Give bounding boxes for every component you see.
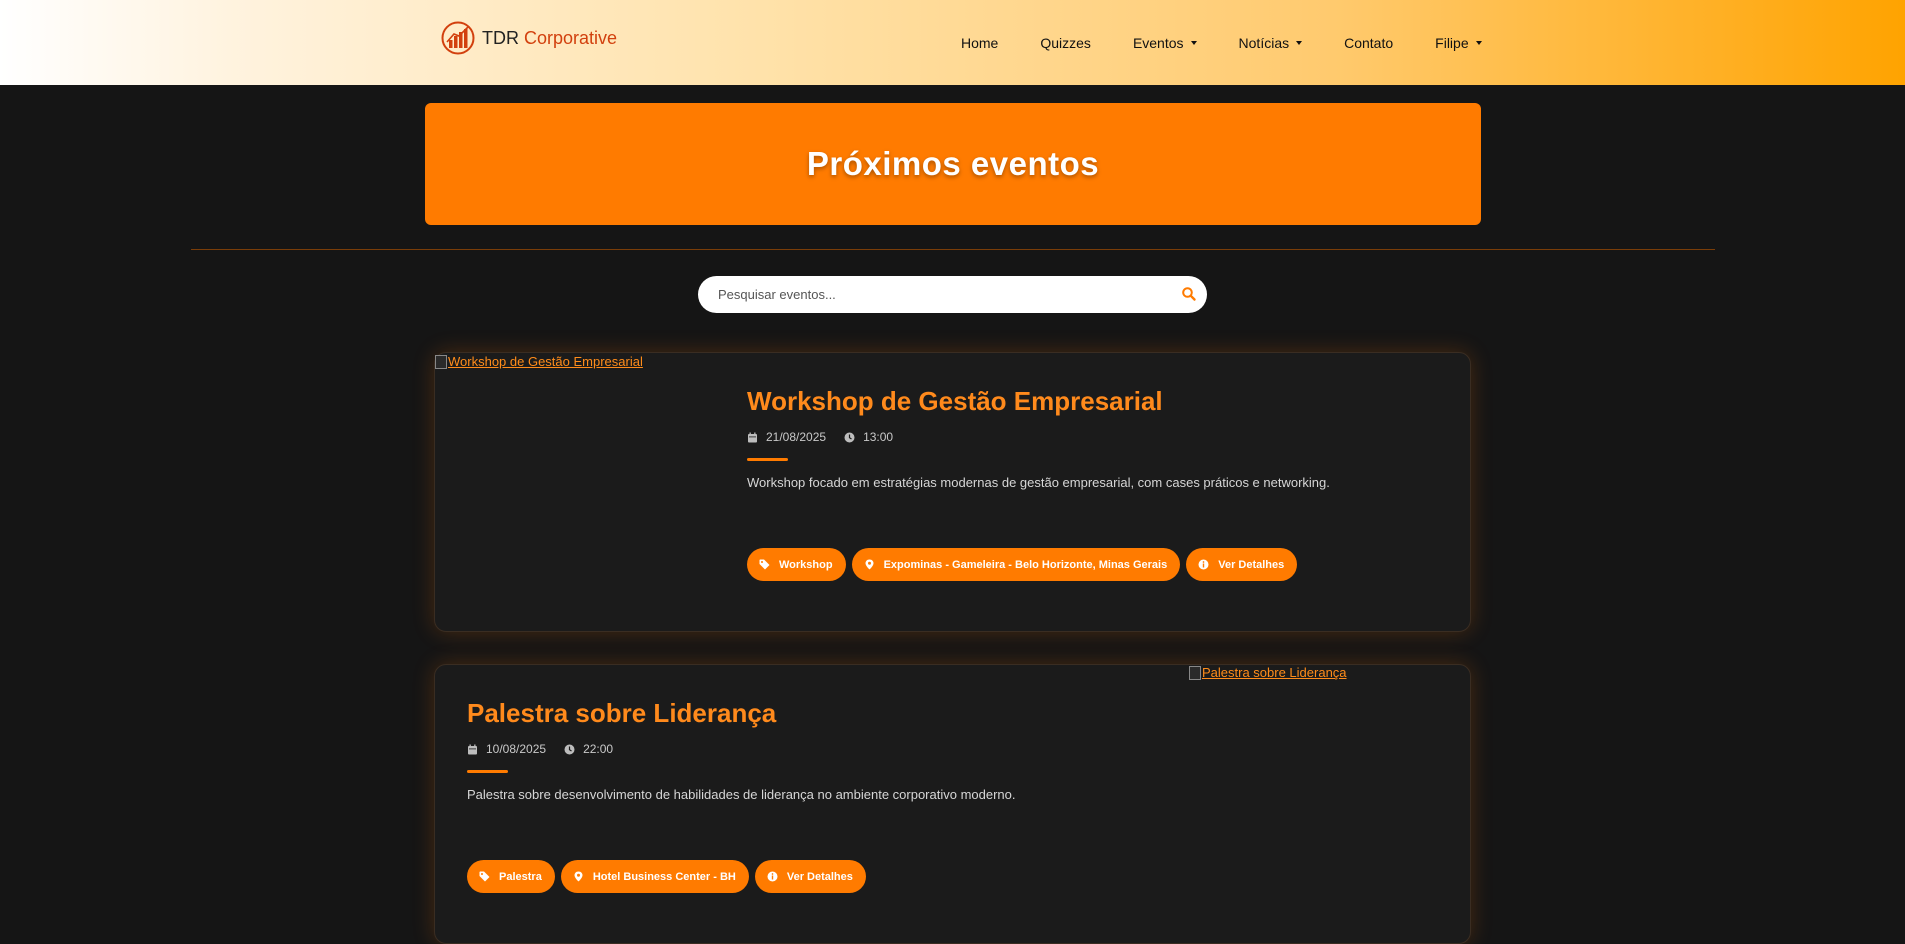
category-tag[interactable]: Workshop [747,548,846,581]
location-label: Expominas - Gameleira - Belo Horizonte, … [883,558,1168,571]
event-image-broken[interactable]: Workshop de Gestão Empresarial [435,354,643,369]
tag-icon [479,871,490,882]
info-icon [767,871,778,882]
event-description: Palestra sobre desenvolvimento de habili… [467,787,1016,802]
event-time: 22:00 [583,742,614,756]
nav-eventos-label: Eventos [1132,34,1184,51]
nav-home[interactable]: Home [940,35,1019,51]
clock-icon [844,432,855,442]
event-date: 10/08/2025 [486,742,547,756]
search-icon[interactable] [1181,286,1197,302]
nav-contato-label: Contato [1344,34,1394,51]
nav-noticias-dropdown[interactable]: Notícias [1218,35,1324,51]
details-button[interactable]: Ver Detalhes [1186,548,1298,581]
nav-noticias-label: Notícias [1238,34,1290,51]
nav-home-label: Home [961,34,999,51]
details-button-label: Ver Detalhes [786,870,853,883]
caret-down-icon [1296,40,1303,45]
location-label: Hotel Business Center - BH [592,870,736,883]
nav-user-label: Filipe [1435,34,1469,51]
title-accent-bar [747,458,788,461]
clock-icon [564,744,575,754]
nav-user-dropdown[interactable]: Filipe [1414,35,1502,51]
event-card: Workshop de Gestão Empresarial Workshop … [434,352,1471,632]
nav-quizzes[interactable]: Quizzes [1019,35,1112,51]
brand-name-accent: Corporative [524,27,618,48]
search-input[interactable] [698,276,1158,313]
caret-down-icon [1475,40,1482,45]
event-title: Workshop de Gestão Empresarial [747,386,1163,416]
nav-quizzes-label: Quizzes [1040,34,1091,51]
category-tag[interactable]: Palestra [467,860,555,893]
nav-links: Home Quizzes Eventos Notícias Contato Fi… [940,0,1503,85]
event-date: 21/08/2025 [766,430,827,444]
title-accent-bar [467,770,508,773]
event-tags: Workshop Expominas - Gameleira - Belo Ho… [747,548,1298,581]
tag-icon [759,559,770,570]
event-tags: Palestra Hotel Business Center - BH Ver … [467,860,866,893]
event-meta: 21/08/2025 13:00 [747,430,893,444]
category-label: Workshop [779,558,833,571]
broken-image-icon [435,354,447,369]
caret-down-icon [1190,40,1197,45]
event-image-broken[interactable]: Palestra sobre Liderança [1189,665,1347,680]
event-image-alt-text: Palestra sobre Liderança [1202,665,1347,680]
hero-banner: Próximos eventos [425,103,1481,225]
location-tag[interactable]: Expominas - Gameleira - Belo Horizonte, … [851,548,1181,581]
event-image-alt-text: Workshop de Gestão Empresarial [448,354,643,369]
calendar-icon [748,432,757,442]
calendar-icon [468,744,477,754]
navbar: TDR Corporative Home Quizzes Eventos Not… [0,0,1905,85]
event-time: 13:00 [863,430,894,444]
map-pin-icon [574,871,583,882]
event-description: Workshop focado em estratégias modernas … [747,475,1330,490]
broken-image-icon [1189,665,1201,680]
event-meta: 10/08/2025 22:00 [467,742,613,756]
details-button-label: Ver Detalhes [1218,558,1285,571]
brand-name: TDR [482,27,519,48]
details-button[interactable]: Ver Detalhes [754,860,866,893]
bar-chart-logo-icon [441,21,475,55]
info-icon [1198,559,1209,570]
event-title: Palestra sobre Liderança [467,698,777,728]
location-tag[interactable]: Hotel Business Center - BH [560,860,749,893]
map-pin-icon [865,559,874,570]
section-divider [191,249,1715,250]
nav-contato[interactable]: Contato [1323,35,1414,51]
event-card: Palestra sobre Liderança Palestra sobre … [434,664,1471,944]
brand-logo-link[interactable]: TDR Corporative [440,18,617,58]
page-title: Próximos eventos [806,145,1100,182]
nav-eventos-dropdown[interactable]: Eventos [1112,35,1218,51]
category-label: Palestra [499,870,542,883]
search-bar [698,276,1207,313]
